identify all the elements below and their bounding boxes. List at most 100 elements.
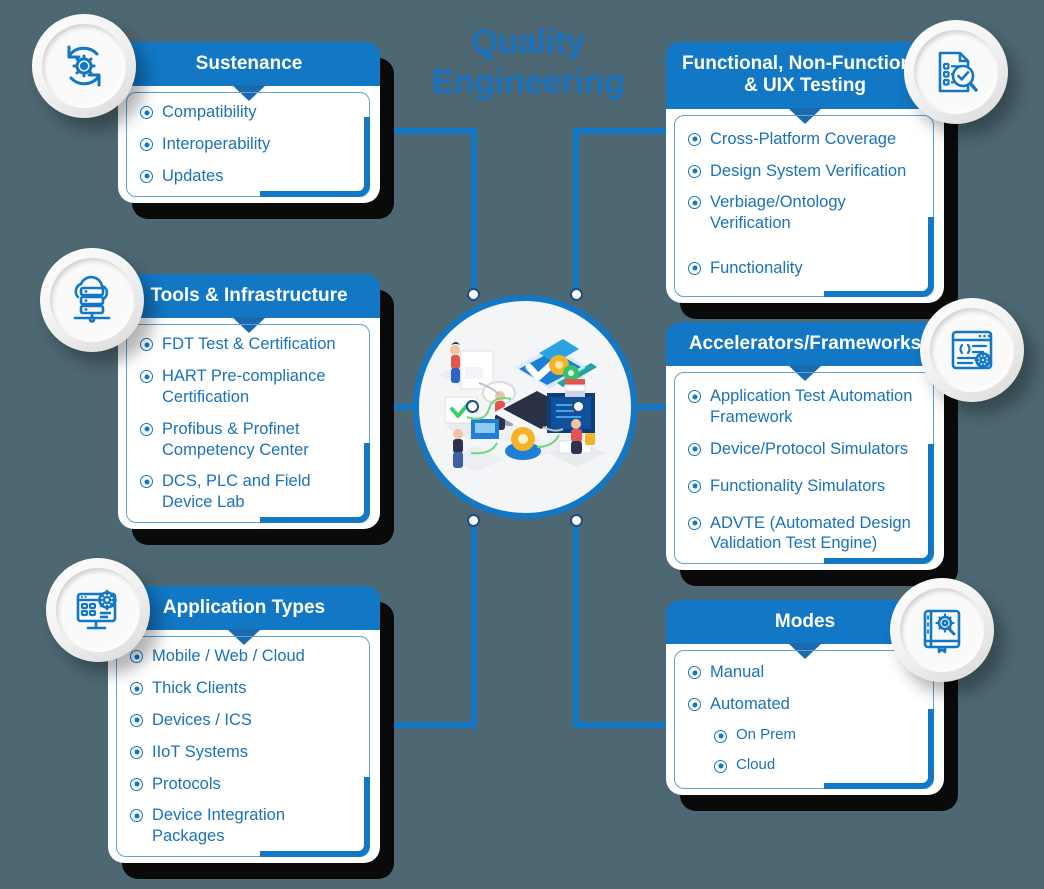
list-item-label: Mobile / Web / Cloud: [152, 647, 305, 666]
list-item[interactable]: FDT Test & Certification: [140, 334, 362, 355]
list-item-label: Device Integration Packages: [152, 806, 285, 846]
connector-dot-left: [466, 400, 479, 413]
list-item-label: Protocols: [152, 774, 221, 793]
list-item-label: Devices / ICS: [152, 710, 252, 729]
list-item[interactable]: Cross-Platform Coverage: [688, 129, 926, 150]
connector-modes-horizontal: [573, 722, 669, 728]
book-gear-icon: [890, 578, 994, 682]
badge-ring: [50, 258, 134, 342]
list-item[interactable]: Interoperability: [140, 134, 362, 155]
badge-ring: [56, 568, 140, 652]
list-item-label: Updates: [162, 166, 224, 185]
list-item-label: Manual: [710, 663, 765, 682]
list-item[interactable]: On Prem: [688, 726, 926, 745]
bullet-icon: [130, 745, 143, 759]
bullet-icon: [714, 729, 727, 743]
connector-dot-bottom-left: [467, 514, 480, 527]
card-accel-list: Application Test Automation Framework De…: [678, 386, 932, 554]
list-item[interactable]: ADVTE (Automated Design Validation Test …: [688, 513, 926, 555]
list-item-label: Cross-Platform Coverage: [710, 129, 897, 148]
list-item-label: HART Pre-compliance Certification: [162, 367, 326, 406]
list-item-label: Thick Clients: [152, 679, 247, 698]
list-item[interactable]: Functionality Simulators: [688, 476, 926, 497]
list-item[interactable]: Updates: [140, 166, 362, 187]
card-functional-body: Cross-Platform Coverage Design System Ve…: [666, 109, 944, 303]
code-window-gear-icon: [920, 298, 1024, 402]
bullet-icon: [688, 261, 701, 275]
list-item[interactable]: Profibus & Profinet Competency Center: [140, 419, 362, 461]
list-item-label: Verbiage/Ontology Verification: [710, 193, 846, 233]
card-accelerators-frameworks[interactable]: Accelerators/Frameworks Application Test…: [666, 322, 944, 571]
card-functional-testing[interactable]: Functional, Non-Functional & UIX Testing…: [666, 42, 944, 303]
badge-ring: [42, 24, 126, 108]
bullet-icon: [130, 713, 143, 727]
card-accel-title: Accelerators/Frameworks: [666, 322, 944, 367]
list-item[interactable]: IIoT Systems: [130, 742, 362, 763]
list-item[interactable]: Design System Verification: [688, 161, 926, 182]
bullet-icon: [688, 132, 701, 146]
bullet-icon: [130, 682, 143, 696]
list-item[interactable]: Devices / ICS: [130, 710, 362, 731]
card-sustenance-body: Compatibility Interoperability Updates: [118, 86, 380, 202]
page-title: Quality Engineering: [431, 23, 625, 102]
bullet-icon: [688, 516, 701, 530]
list-item[interactable]: Compatibility: [140, 102, 362, 123]
connector-dot-top-left: [467, 288, 480, 301]
list-item-label: Functionality: [710, 258, 803, 277]
bullet-icon: [140, 475, 153, 489]
badge-ring: [914, 30, 998, 114]
list-item[interactable]: Protocols: [130, 774, 362, 795]
card-sustenance-list: Compatibility Interoperability Updates: [130, 102, 368, 186]
list-item-label: DCS, PLC and Field Device Lab: [162, 472, 311, 512]
list-item-label: ADVTE (Automated Design Validation Test …: [710, 513, 911, 553]
list-item-label: Profibus & Profinet Competency Center: [162, 419, 309, 459]
list-item[interactable]: Cloud: [688, 756, 926, 775]
list-item[interactable]: Device/Protocol Simulators: [688, 439, 926, 460]
diagram-canvas: Quality Engineering Sustenance Compatibi…: [0, 0, 1044, 889]
list-item[interactable]: Device Integration Packages: [130, 805, 362, 847]
monitor-gear-icon: [46, 558, 150, 662]
connector-apptypes-vertical: [471, 518, 477, 728]
bullet-icon: [688, 196, 701, 210]
list-item[interactable]: Mobile / Web / Cloud: [130, 646, 362, 667]
list-item-label: Interoperability: [162, 135, 271, 154]
card-tools-body: FDT Test & Certification HART Pre-compli…: [118, 318, 380, 528]
card-application-types[interactable]: Application Types Mobile / Web / Cloud T…: [108, 586, 380, 863]
card-sustenance[interactable]: Sustenance Compatibility Interoperabilit…: [118, 42, 380, 203]
bullet-icon: [688, 479, 701, 493]
card-tools-title: Tools & Infrastructure: [118, 274, 380, 319]
connector-sustenance-horizontal: [380, 128, 477, 134]
connector-modes-vertical: [573, 518, 579, 728]
center-hub: [413, 295, 637, 519]
card-tools-list: FDT Test & Certification HART Pre-compli…: [130, 334, 368, 512]
list-item-label: FDT Test & Certification: [162, 335, 336, 354]
connector-functional-horizontal: [573, 128, 669, 134]
list-item[interactable]: Application Test Automation Framework: [688, 386, 926, 428]
bullet-icon: [130, 650, 143, 664]
card-sustenance-title: Sustenance: [118, 42, 380, 87]
list-item[interactable]: Functionality: [688, 258, 926, 279]
bullet-icon: [688, 164, 701, 178]
document-search-check-icon: [904, 20, 1008, 124]
list-item[interactable]: Thick Clients: [130, 678, 362, 699]
connector-sustenance-vertical: [471, 128, 477, 301]
quality-engineering-isometric-illustration: [439, 339, 605, 472]
list-item[interactable]: HART Pre-compliance Certification: [140, 366, 362, 408]
list-item-label: On Prem: [736, 725, 797, 743]
card-tools-infrastructure[interactable]: Tools & Infrastructure FDT Test & Certif…: [118, 274, 380, 529]
list-item-label: Compatibility: [162, 103, 257, 122]
bullet-icon: [140, 169, 153, 183]
list-item[interactable]: Automated: [688, 694, 926, 715]
card-modes-body: Manual Automated On Prem Cloud: [666, 644, 944, 794]
list-item-label: Design System Verification: [710, 161, 907, 180]
card-functional-title: Functional, Non-Functional & UIX Testing: [666, 42, 944, 109]
bullet-icon: [688, 698, 701, 712]
connector-dot-bottom-right: [570, 514, 583, 527]
list-item[interactable]: Manual: [688, 662, 926, 683]
list-item-label: Device/Protocol Simulators: [710, 439, 909, 458]
badge-ring: [900, 588, 984, 672]
connector-functional-vertical: [573, 128, 579, 301]
list-item[interactable]: DCS, PLC and Field Device Lab: [140, 471, 362, 513]
list-item-label: Automated: [710, 695, 790, 714]
list-item[interactable]: Verbiage/Ontology Verification: [688, 192, 926, 234]
